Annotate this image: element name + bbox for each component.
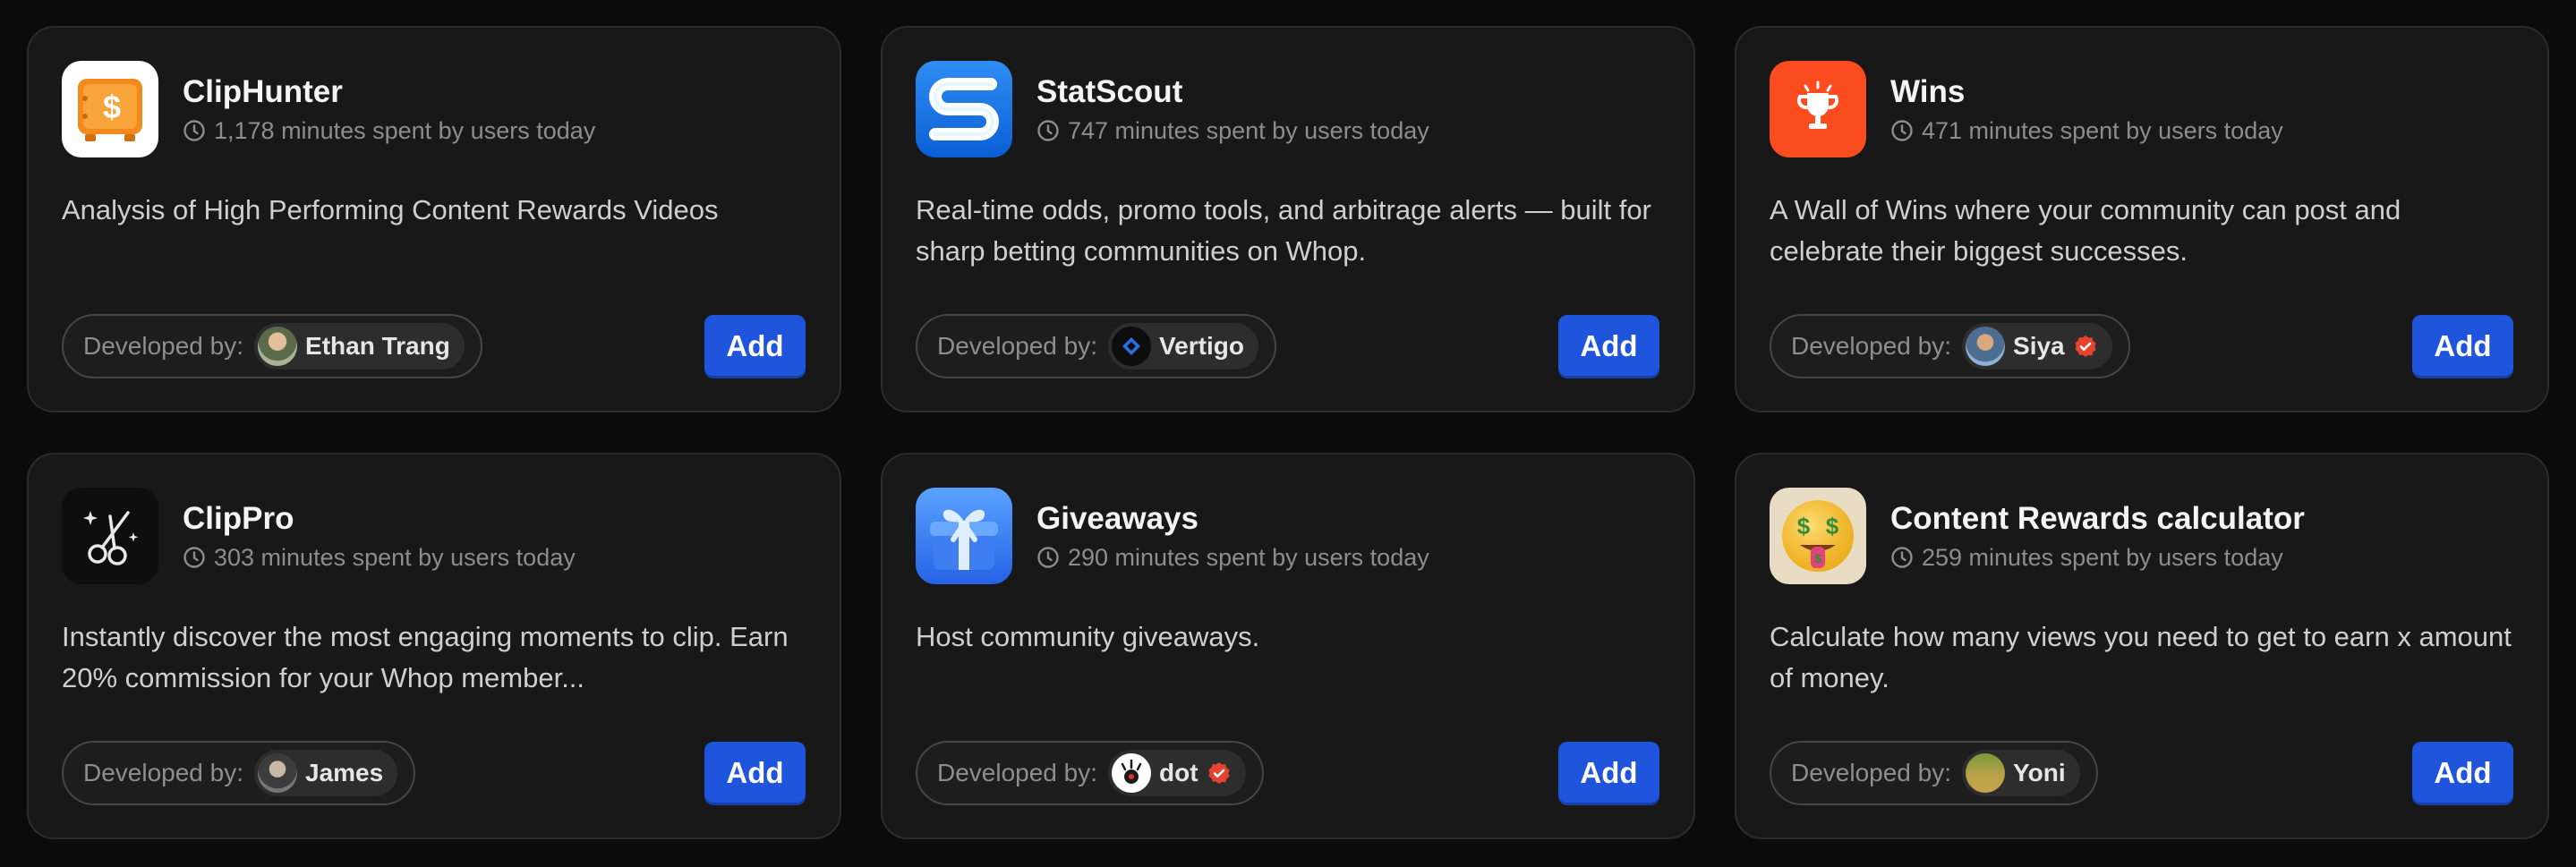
app-title[interactable]: ClipHunter <box>183 73 595 111</box>
avatar <box>1112 753 1152 793</box>
usage-stat: 1,178 minutes spent by users today <box>183 115 595 146</box>
developer-name: Ethan Trang <box>305 332 450 360</box>
avatar <box>258 327 298 366</box>
developer-label: Developed by: <box>1791 332 1952 360</box>
statscout-s-icon <box>916 61 1012 157</box>
developer-pill: Developed by: Yoni <box>1770 741 2098 805</box>
developer-name: James <box>305 759 384 786</box>
trophy-icon <box>1770 61 1866 157</box>
usage-text: 259 minutes spent by users today <box>1922 543 2283 571</box>
app-card-statscout[interactable]: StatScout 747 minutes spent by users tod… <box>881 26 1695 412</box>
developer-chip[interactable]: Siya <box>1962 323 2112 370</box>
app-card-clippro[interactable]: ClipPro 303 minutes spent by users today… <box>27 453 841 839</box>
developer-name: Yoni <box>2013 759 2066 786</box>
gift-icon <box>916 488 1012 584</box>
usage-text: 747 minutes spent by users today <box>1068 116 1429 144</box>
developer-name: dot <box>1159 759 1198 786</box>
card-header: $ ClipHunter 1,178 minutes spent by user… <box>62 61 806 157</box>
avatar <box>1112 327 1152 366</box>
app-description: Real-time odds, promo tools, and arbitra… <box>916 194 1651 267</box>
developer-label: Developed by: <box>83 759 244 786</box>
card-header: Giveaways 290 minutes spent by users tod… <box>916 488 1659 584</box>
card-header: StatScout 747 minutes spent by users tod… <box>916 61 1659 157</box>
add-button[interactable]: Add <box>704 314 806 378</box>
safe-dollar-icon: $ <box>62 61 158 157</box>
app-description: Analysis of High Performing Content Rewa… <box>62 194 719 225</box>
app-title[interactable]: ClipPro <box>183 500 576 538</box>
svg-text:$: $ <box>1826 513 1839 540</box>
developer-name: Vertigo <box>1159 332 1244 360</box>
developer-chip[interactable]: Yoni <box>1962 750 2080 796</box>
avatar <box>1966 327 2006 366</box>
usage-stat: 290 minutes spent by users today <box>1036 542 1429 573</box>
scissors-icon <box>62 488 158 584</box>
usage-text: 1,178 minutes spent by users today <box>214 116 596 144</box>
developer-chip[interactable]: Ethan Trang <box>254 323 465 370</box>
developer-chip[interactable]: dot <box>1108 750 1246 796</box>
app-grid: $ ClipHunter 1,178 minutes spent by user… <box>27 26 2549 839</box>
developer-label: Developed by: <box>937 332 1098 360</box>
card-footer: Developed by: Siya Add <box>1770 314 2513 378</box>
add-button[interactable]: Add <box>2412 314 2513 378</box>
card-footer: Developed by: Vertigo Add <box>916 314 1659 378</box>
card-header: Wins 471 minutes spent by users today <box>1770 61 2513 157</box>
card-header: $ $ $ Content Rewards calculator 259 min… <box>1770 488 2513 584</box>
svg-text:$: $ <box>1814 551 1821 565</box>
card-header: ClipPro 303 minutes spent by users today <box>62 488 806 584</box>
developer-pill: Developed by: Vertigo <box>916 314 1276 378</box>
svg-text:$: $ <box>1797 513 1811 540</box>
app-card-content-rewards-calculator[interactable]: $ $ $ Content Rewards calculator 259 min… <box>1735 453 2549 839</box>
developer-label: Developed by: <box>937 759 1098 786</box>
add-button[interactable]: Add <box>1558 741 1659 805</box>
clock-icon <box>183 546 205 568</box>
app-card-wins[interactable]: Wins 471 minutes spent by users today A … <box>1735 26 2549 412</box>
svg-text:$: $ <box>103 89 121 125</box>
usage-stat: 747 minutes spent by users today <box>1036 115 1429 146</box>
app-title[interactable]: Wins <box>1890 73 2283 111</box>
clock-icon <box>183 119 205 141</box>
money-mouth-face-icon: $ $ $ <box>1770 488 1866 584</box>
usage-text: 303 minutes spent by users today <box>214 543 576 571</box>
verified-badge-icon <box>2075 336 2096 357</box>
app-card-giveaways[interactable]: Giveaways 290 minutes spent by users tod… <box>881 453 1695 839</box>
app-description: Calculate how many views you need to get… <box>1770 621 2512 693</box>
card-footer: Developed by: James Add <box>62 741 806 805</box>
app-description: Instantly discover the most engaging mom… <box>62 621 789 693</box>
developer-pill: Developed by: dot <box>916 741 1264 805</box>
clock-icon <box>1891 119 1913 141</box>
developer-name: Siya <box>2013 332 2065 360</box>
developer-label: Developed by: <box>83 332 244 360</box>
app-title[interactable]: Content Rewards calculator <box>1890 500 2305 538</box>
avatar <box>1966 753 2006 793</box>
developer-label: Developed by: <box>1791 759 1952 786</box>
app-card-cliphunter[interactable]: $ ClipHunter 1,178 minutes spent by user… <box>27 26 841 412</box>
developer-chip[interactable]: Vertigo <box>1108 323 1258 370</box>
avatar <box>258 753 298 793</box>
usage-text: 290 minutes spent by users today <box>1068 543 1429 571</box>
app-description: A Wall of Wins where your community can … <box>1770 194 2401 267</box>
add-button[interactable]: Add <box>1558 314 1659 378</box>
add-button[interactable]: Add <box>2412 741 2513 805</box>
clock-icon <box>1037 119 1059 141</box>
usage-stat: 303 minutes spent by users today <box>183 542 576 573</box>
app-title[interactable]: Giveaways <box>1036 500 1429 538</box>
app-title[interactable]: StatScout <box>1036 73 1429 111</box>
usage-text: 471 minutes spent by users today <box>1922 116 2283 144</box>
developer-pill: Developed by: James <box>62 741 416 805</box>
verified-badge-icon <box>1207 762 1230 784</box>
clock-icon <box>1891 546 1913 568</box>
add-button[interactable]: Add <box>704 741 806 805</box>
usage-stat: 259 minutes spent by users today <box>1890 542 2305 573</box>
card-footer: Developed by: Yoni Add <box>1770 741 2513 805</box>
clock-icon <box>1037 546 1059 568</box>
developer-pill: Developed by: Siya <box>1770 314 2130 378</box>
card-footer: Developed by: Ethan Trang Add <box>62 314 806 378</box>
developer-pill: Developed by: Ethan Trang <box>62 314 482 378</box>
usage-stat: 471 minutes spent by users today <box>1890 115 2283 146</box>
developer-chip[interactable]: James <box>254 750 398 796</box>
app-description: Host community giveaways. <box>916 621 1260 652</box>
card-footer: Developed by: dot Add <box>916 741 1659 805</box>
